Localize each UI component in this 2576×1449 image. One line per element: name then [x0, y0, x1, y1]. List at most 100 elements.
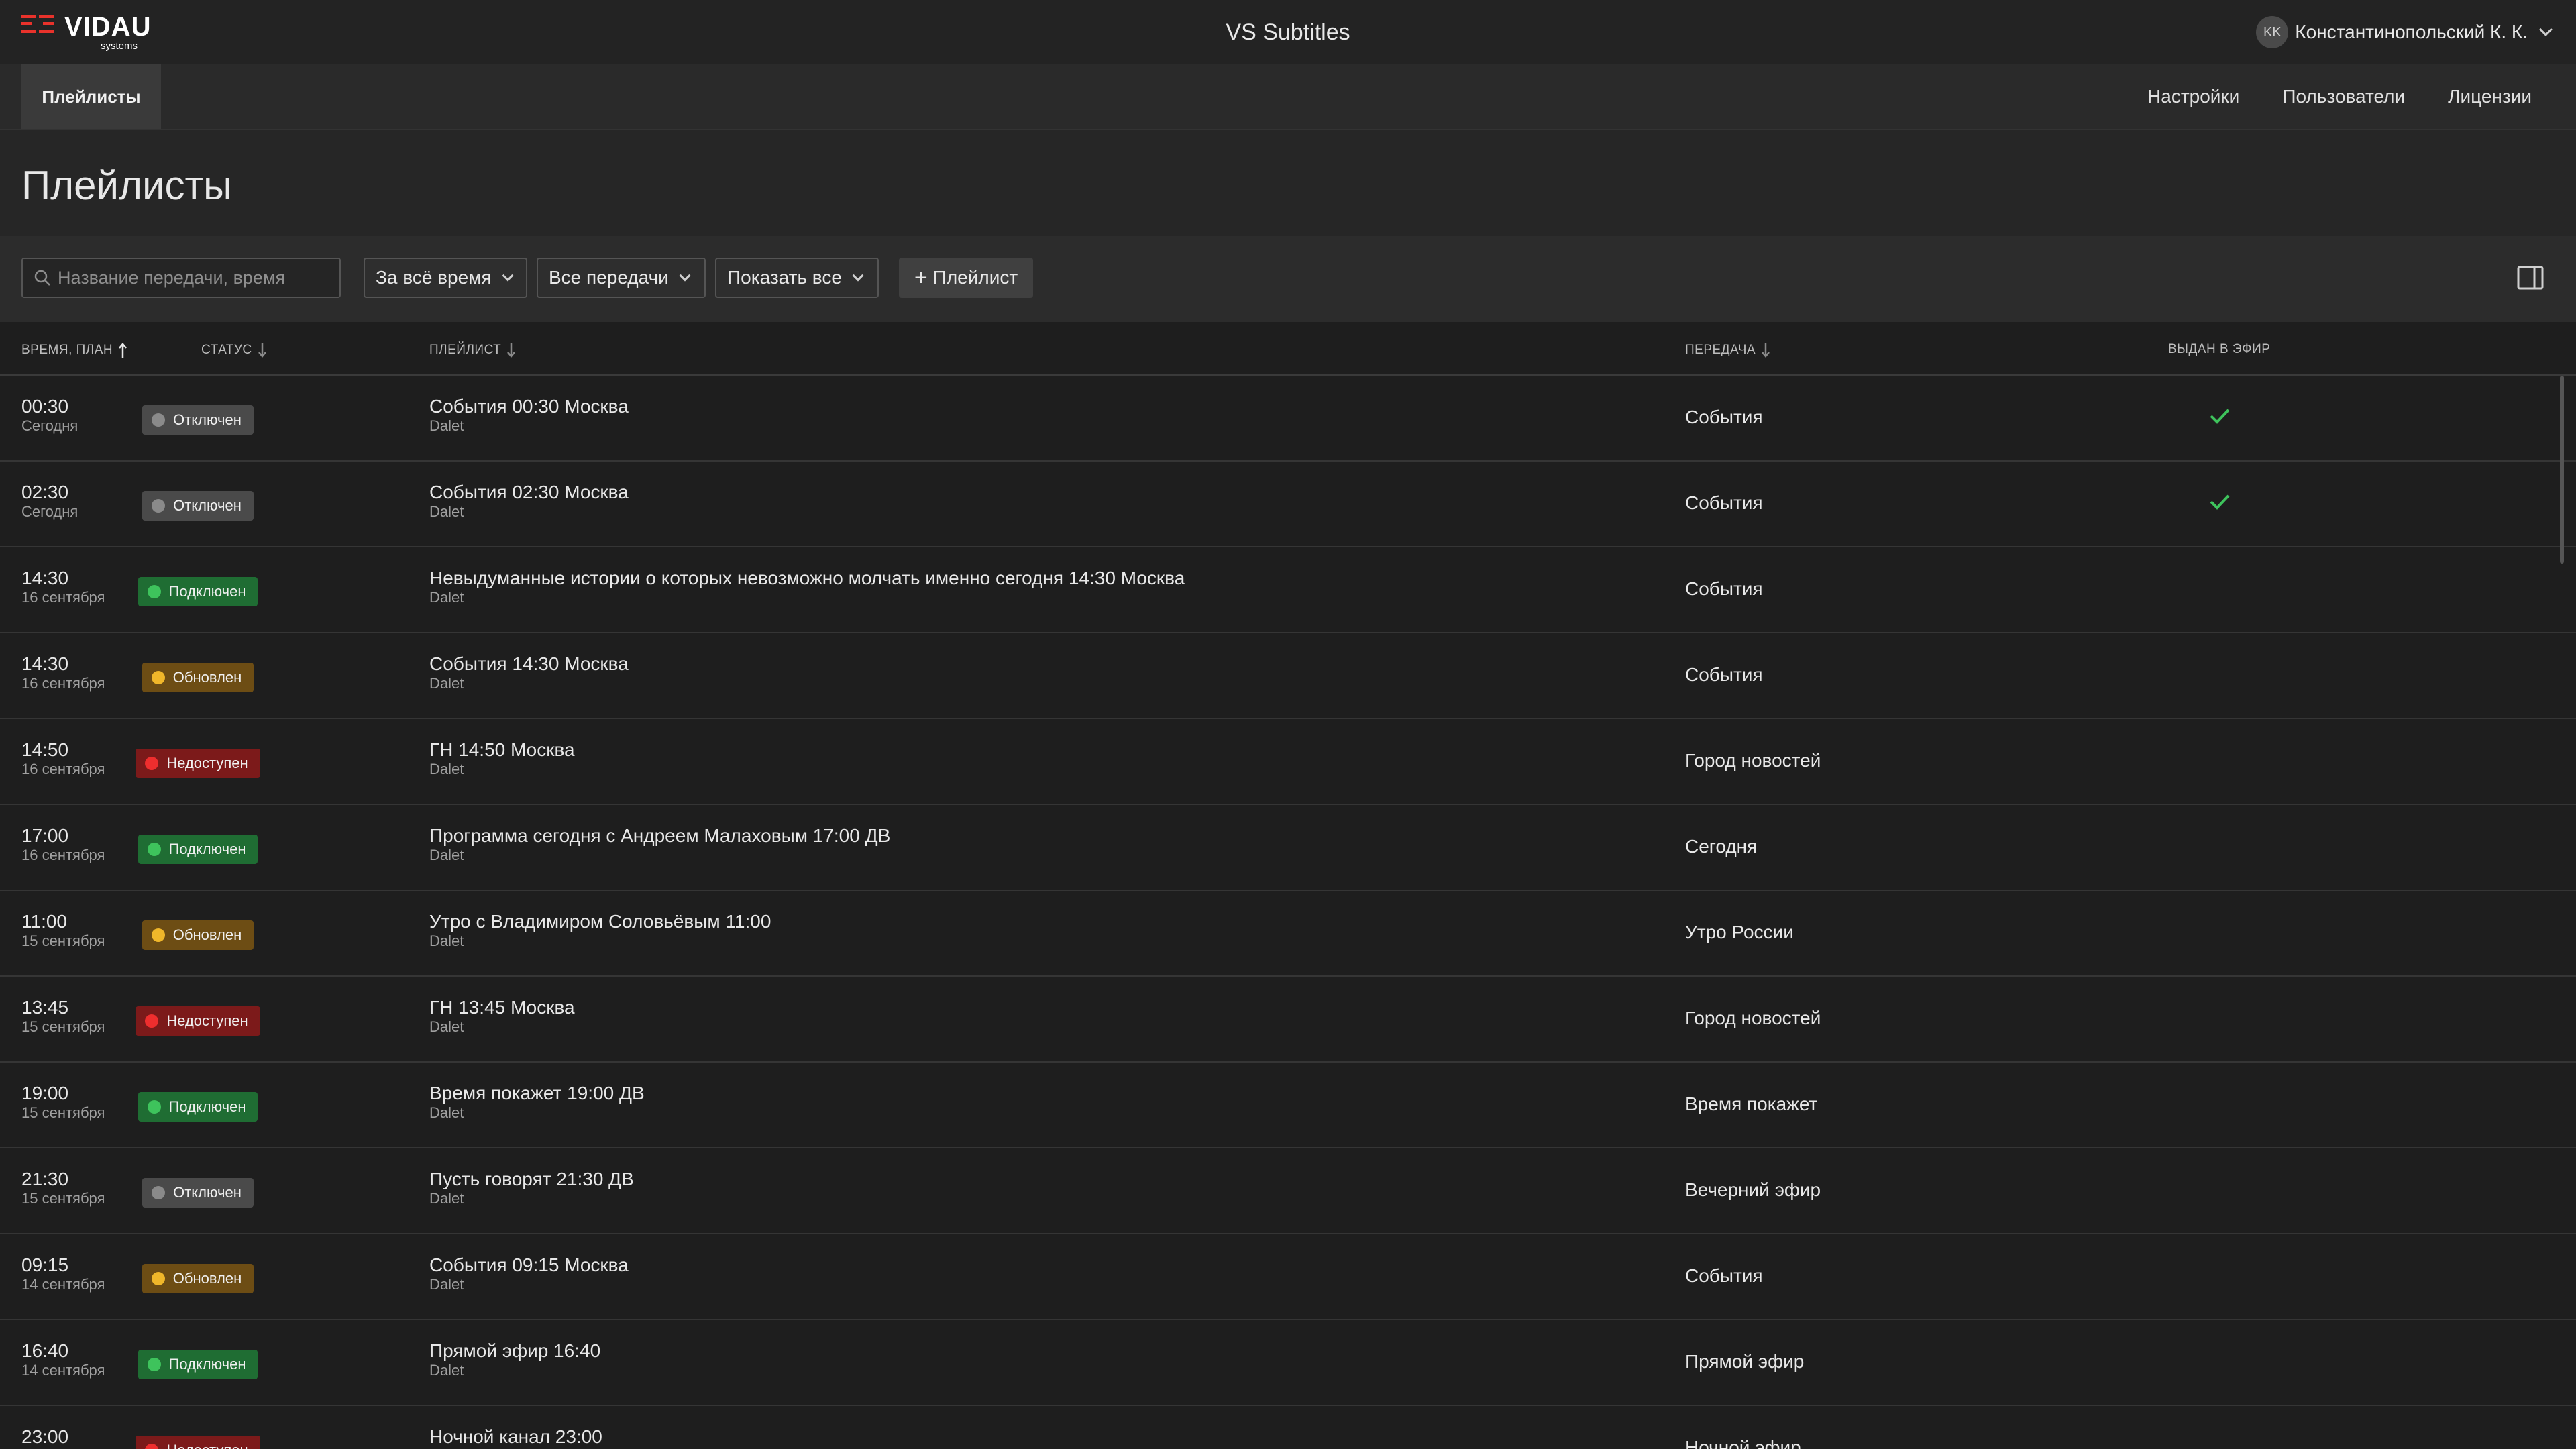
time-cell: 17:00 16 сентября [21, 825, 105, 864]
playlist-name: Прямой эфир 16:40 [429, 1340, 601, 1361]
planned-time: 14:30 [21, 653, 69, 674]
playlist-name: Время покажет 19:00 ДВ [429, 1083, 645, 1104]
display-dropdown[interactable]: Показать все [715, 258, 879, 298]
nav-link-settings[interactable]: Настройки [2147, 86, 2239, 107]
table-row[interactable]: 02:30 Сегодня Отключен События 02:30 Мос… [0, 462, 2576, 547]
playlist-name: ГН 14:50 Москва [429, 739, 575, 760]
playlist-name: События 00:30 Москва [429, 396, 629, 417]
status-cell: Подключен [134, 577, 262, 606]
playlist-source: Dalet [429, 675, 464, 692]
table-row[interactable]: 21:30 15 сентября Отключен Пусть говорят… [0, 1148, 2576, 1234]
table-row[interactable]: 16:40 14 сентября Подключен Прямой эфир … [0, 1320, 2576, 1406]
status-dot-icon [152, 499, 166, 513]
status-label: Отключен [173, 1184, 241, 1201]
column-time[interactable]: ВРЕМЯ, ПЛАН [21, 342, 127, 358]
playlist-cell: Невыдуманные истории о которых невозможн… [429, 568, 1185, 606]
table-row[interactable]: 00:30 Сегодня Отключен События 00:30 Мос… [0, 376, 2576, 462]
show-cell: События [1685, 664, 1763, 685]
status-dot-icon [145, 1444, 159, 1449]
planned-time: 21:30 [21, 1169, 69, 1189]
shows-dropdown[interactable]: Все передачи [537, 258, 706, 298]
status-dot-icon [145, 1014, 159, 1028]
table-row[interactable]: 09:15 14 сентября Обновлен События 09:15… [0, 1234, 2576, 1320]
time-cell: 09:15 14 сентября [21, 1254, 105, 1293]
aired-cell [2208, 492, 2231, 515]
status-dot-icon [152, 413, 166, 427]
table-row[interactable]: 14:50 16 сентября Недоступен ГН 14:50 Мо… [0, 719, 2576, 805]
playlist-source: Dalet [429, 1018, 464, 1035]
vidau-logo[interactable]: VIDAU systems [21, 13, 151, 52]
status-cell: Подключен [134, 835, 262, 864]
planned-date: 16 сентября [21, 847, 105, 863]
add-playlist-button[interactable]: + Плейлист [899, 258, 1033, 298]
playlist-source: Dalet [429, 761, 464, 777]
time-cell: 14:50 16 сентября [21, 739, 105, 778]
chevron-down-icon [679, 270, 691, 282]
shows-dropdown-label: Все передачи [549, 267, 669, 288]
playlist-name: События 14:30 Москва [429, 653, 629, 674]
show-cell: Сегодня [1685, 836, 1758, 857]
status-cell: Отключен [134, 491, 262, 521]
time-cell: 13:45 15 сентября [21, 997, 105, 1036]
status-badge: Недоступен [136, 749, 260, 778]
table-row[interactable]: 14:30 16 сентября Обновлен События 14:30… [0, 633, 2576, 719]
time-cell: 00:30 Сегодня [21, 396, 78, 435]
column-playlist[interactable]: ПЛЕЙЛИСТ [429, 342, 516, 358]
tab-playlists[interactable]: Плейлисты [21, 64, 161, 129]
show-cell: Время покажет [1685, 1093, 1818, 1114]
status-badge: Подключен [138, 577, 258, 606]
playlist-cell: Программа сегодня с Андреем Малаховым 17… [429, 825, 890, 864]
table-row[interactable]: 19:00 15 сентября Подключен Время покаже… [0, 1063, 2576, 1148]
status-cell: Недоступен [134, 749, 262, 778]
planned-date: 14 сентября [21, 1276, 105, 1293]
column-status[interactable]: СТАТУС [201, 342, 267, 358]
playlist-cell: Время покажет 19:00 ДВ Dalet [429, 1083, 645, 1122]
show-cell: События [1685, 407, 1763, 427]
planned-date: Сегодня [21, 417, 78, 434]
time-cell: 11:00 15 сентября [21, 911, 105, 950]
planned-time: 09:15 [21, 1254, 69, 1275]
scrollbar[interactable] [2560, 376, 2564, 564]
filter-toolbar: За всё время Все передачи Показать все +… [0, 236, 2576, 322]
column-aired[interactable]: ВЫДАН В ЭФИР [2168, 342, 2270, 357]
status-dot-icon [147, 843, 161, 856]
search-input[interactable] [56, 266, 327, 289]
status-label: Обновлен [172, 1270, 242, 1287]
page-title: Плейлисты [21, 163, 233, 208]
table-row[interactable]: 23:00 Недоступен Ночной канал 23:00 Ночн… [0, 1406, 2576, 1449]
period-dropdown-label: За всё время [376, 267, 492, 288]
status-dot-icon [145, 757, 159, 770]
status-dot-icon [151, 671, 165, 684]
table-row[interactable]: 13:45 15 сентября Недоступен ГН 13:45 Мо… [0, 977, 2576, 1063]
period-dropdown[interactable]: За всё время [364, 258, 527, 298]
plus-icon: + [914, 265, 928, 290]
show-cell: События [1685, 578, 1763, 599]
table-row[interactable]: 14:30 16 сентября Подключен Невыдуманные… [0, 547, 2576, 633]
planned-date: 16 сентября [21, 589, 105, 606]
table-row[interactable]: 17:00 16 сентября Подключен Программа се… [0, 805, 2576, 891]
status-cell: Обновлен [134, 920, 262, 950]
playlist-name: Утро с Владимиром Соловьёвым 11:00 [429, 911, 771, 932]
panel-toggle-icon[interactable] [2517, 266, 2544, 290]
planned-time: 17:00 [21, 825, 69, 846]
playlist-source: Dalet [429, 417, 464, 434]
aired-cell [2208, 407, 2231, 429]
nav-bar: Плейлисты Настройки Пользователи Лицензи… [0, 64, 2576, 130]
playlist-cell: ГН 13:45 Москва Dalet [429, 997, 575, 1036]
search-box[interactable] [21, 258, 341, 298]
column-show[interactable]: ПЕРЕДАЧА [1685, 342, 1770, 358]
status-cell: Отключен [134, 1178, 262, 1208]
status-cell: Подключен [134, 1092, 262, 1122]
nav-link-licenses[interactable]: Лицензии [2448, 86, 2532, 107]
display-dropdown-label: Показать все [727, 267, 842, 288]
playlist-source: Dalet [429, 847, 464, 863]
sort-up-icon [119, 343, 127, 358]
playlist-cell: Прямой эфир 16:40 Dalet [429, 1340, 600, 1379]
nav-link-users[interactable]: Пользователи [2282, 86, 2405, 107]
user-menu[interactable]: KK Константинопольский К. К. [2256, 16, 2553, 48]
search-icon [34, 270, 50, 286]
page-header: Плейлисты [0, 130, 2576, 236]
table-row[interactable]: 11:00 15 сентября Обновлен Утро с Владим… [0, 891, 2576, 977]
planned-date: 15 сентября [21, 1190, 105, 1207]
user-name: Константинопольский К. К. [2295, 21, 2528, 42]
